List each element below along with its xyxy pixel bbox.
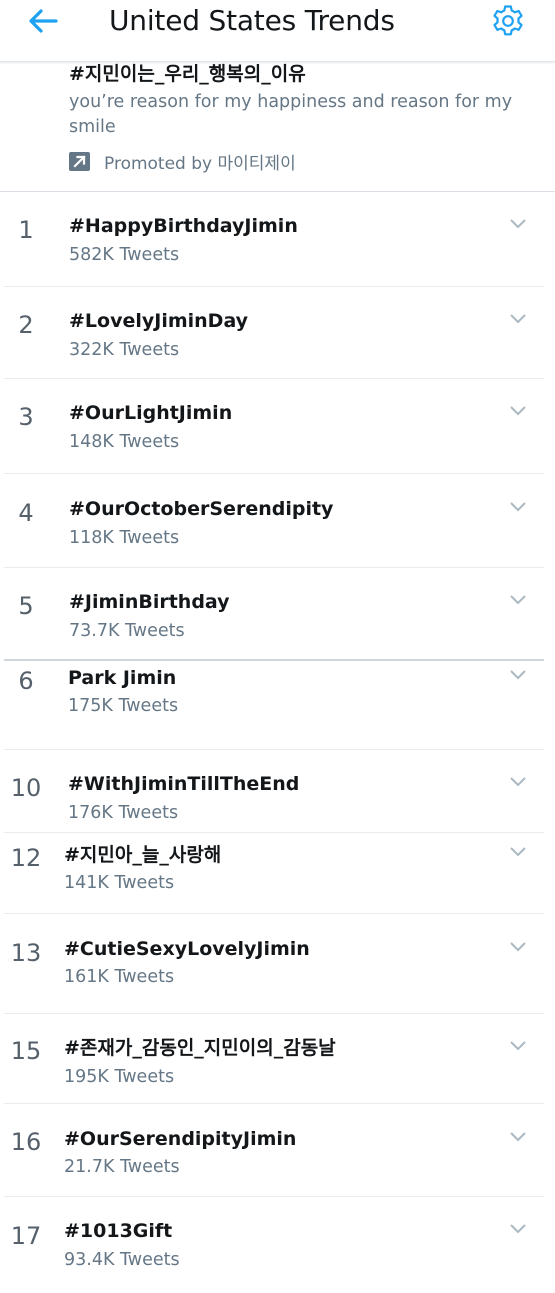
- promoted-hashtag: #지민이는_우리_행복의_이유: [69, 63, 306, 85]
- trend-name: #존재가_감동인_지민이의_감동날: [64, 1037, 336, 1059]
- trend-rank: 17: [10, 1222, 42, 1250]
- trend-tweet-count: 195K Tweets: [64, 1067, 175, 1087]
- promoted-by-label: Promoted by 마이티제이: [104, 153, 296, 174]
- trend-rank: 1: [18, 216, 34, 244]
- top-app-bar: United States Trends: [0, 0, 555, 62]
- settings-button[interactable]: [490, 3, 526, 39]
- chevron-down-icon[interactable]: [509, 846, 527, 858]
- chevron-down-icon[interactable]: [509, 501, 527, 513]
- trend-item[interactable]: 3 #OurLightJimin 148K Tweets: [0, 379, 555, 474]
- trend-item[interactable]: 12 #지민아_늘_사랑해 141K Tweets: [0, 833, 555, 914]
- trend-tweet-count: 175K Tweets: [68, 696, 179, 716]
- back-button[interactable]: [26, 6, 60, 36]
- trend-name: #JiminBirthday: [69, 591, 230, 613]
- trend-tweet-count: 93.4K Tweets: [64, 1250, 180, 1270]
- trend-rank: 3: [18, 403, 34, 431]
- trend-tweet-count: 148K Tweets: [69, 432, 180, 452]
- chevron-down-icon[interactable]: [509, 1223, 527, 1235]
- trend-item[interactable]: 17 #1013Gift 93.4K Tweets: [0, 1197, 555, 1293]
- chevron-down-icon[interactable]: [509, 405, 527, 417]
- chevron-down-icon[interactable]: [509, 218, 527, 230]
- trend-name: #LovelyJiminDay: [69, 310, 249, 332]
- trend-rank: 5: [18, 592, 34, 620]
- trend-tweet-count: 141K Tweets: [64, 873, 175, 893]
- trend-name: #WithJiminTillTheEnd: [68, 773, 300, 795]
- arrow-left-icon: [29, 9, 58, 33]
- chevron-down-icon[interactable]: [509, 1131, 527, 1143]
- trend-name: #CutieSexyLovelyJimin: [64, 938, 310, 960]
- trend-item[interactable]: 13 #CutieSexyLovelyJimin 161K Tweets: [0, 914, 555, 1014]
- chevron-down-icon[interactable]: [509, 1040, 527, 1052]
- trend-rank: 10: [10, 774, 42, 802]
- trend-rank: 15: [10, 1037, 42, 1065]
- page-title: United States Trends: [109, 4, 395, 37]
- trend-name: Park Jimin: [68, 667, 177, 689]
- chevron-down-icon[interactable]: [509, 669, 527, 681]
- trend-name: #OurOctoberSerendipity: [69, 498, 334, 520]
- trend-tweet-count: 21.7K Tweets: [64, 1157, 180, 1177]
- trend-tweet-count: 582K Tweets: [69, 245, 180, 265]
- trend-rank: 12: [10, 844, 42, 872]
- trend-item[interactable]: 2 #LovelyJiminDay 322K Tweets: [0, 287, 555, 379]
- trend-name: #지민아_늘_사랑해: [64, 844, 222, 866]
- promoted-trend[interactable]: #지민이는_우리_행복의_이유 you’re reason for my hap…: [0, 62, 555, 192]
- trend-tweet-count: 176K Tweets: [68, 803, 179, 823]
- trend-rank: 6: [18, 667, 34, 695]
- trend-name: #1013Gift: [64, 1220, 173, 1242]
- trend-item[interactable]: 16 #OurSerendipityJimin 21.7K Tweets: [0, 1104, 555, 1197]
- gear-icon: [493, 5, 523, 36]
- chevron-down-icon[interactable]: [509, 776, 527, 788]
- chevron-down-icon[interactable]: [509, 594, 527, 606]
- trend-rank: 2: [18, 311, 34, 339]
- trend-item[interactable]: 4 #OurOctoberSerendipity 118K Tweets: [0, 474, 555, 568]
- trend-tweet-count: 73.7K Tweets: [69, 621, 185, 641]
- trend-item[interactable]: 10 #WithJiminTillTheEnd 176K Tweets: [0, 750, 555, 833]
- trend-tweet-count: 118K Tweets: [69, 528, 180, 548]
- trend-name: #OurSerendipityJimin: [64, 1128, 297, 1150]
- trend-item[interactable]: 5 #JiminBirthday 73.7K Tweets: [0, 568, 555, 661]
- trend-item[interactable]: 15 #존재가_감동인_지민이의_감동날 195K Tweets: [0, 1014, 555, 1104]
- promoted-description: you’re reason for my happiness and reaso…: [69, 92, 513, 137]
- chevron-down-icon[interactable]: [509, 313, 527, 325]
- promoted-by-line: Promoted by 마이티제이: [69, 149, 296, 174]
- trend-tweet-count: 322K Tweets: [69, 340, 180, 360]
- trend-item[interactable]: 1 #HappyBirthdayJimin 582K Tweets: [0, 192, 555, 287]
- trend-rank: 16: [10, 1128, 42, 1156]
- trend-item[interactable]: 6 Park Jimin 175K Tweets: [0, 660, 555, 750]
- trend-rank: 4: [18, 499, 34, 527]
- trend-name: #OurLightJimin: [69, 402, 233, 424]
- promoted-arrow-icon: [69, 151, 90, 171]
- trend-rank: 13: [10, 939, 42, 967]
- trend-tweet-count: 161K Tweets: [64, 967, 175, 987]
- chevron-down-icon[interactable]: [509, 941, 527, 953]
- trend-name: #HappyBirthdayJimin: [69, 215, 298, 237]
